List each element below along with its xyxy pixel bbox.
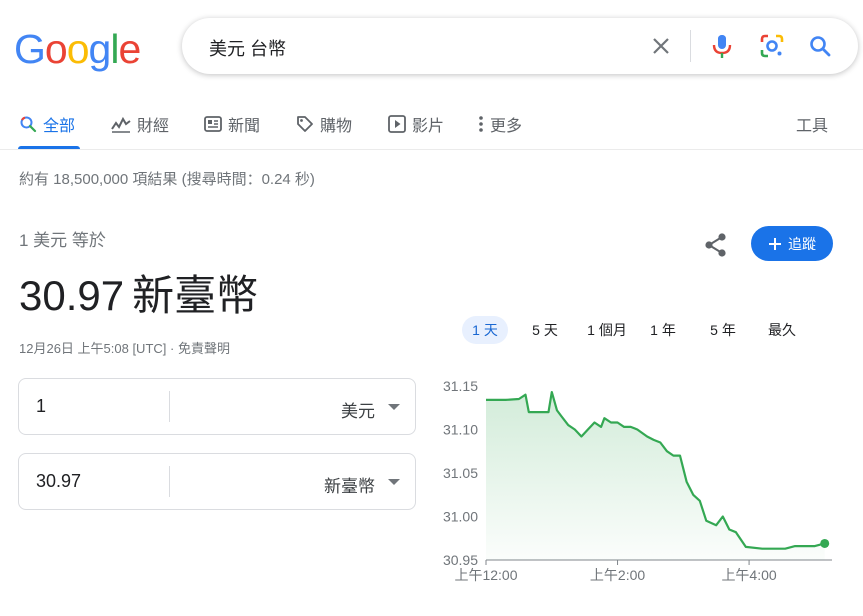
range-5-year[interactable]: 5 年 — [702, 316, 744, 344]
active-tab-indicator — [18, 146, 80, 149]
y-tick-label: 30.95 — [443, 552, 478, 568]
tab-all[interactable]: 全部 — [19, 112, 75, 136]
box-separator — [169, 391, 170, 422]
logo-letter: g — [88, 26, 112, 72]
y-tick-label: 31.10 — [443, 422, 478, 438]
lens-camera-icon[interactable] — [758, 32, 786, 60]
search-icon — [20, 116, 37, 133]
tab-more[interactable]: 更多 — [478, 112, 522, 136]
plus-icon — [769, 237, 781, 250]
play-icon — [388, 115, 406, 133]
to-currency-box: 30.97 新臺幣 — [18, 453, 416, 510]
y-tick-label: 31.05 — [443, 465, 478, 481]
tab-news[interactable]: 新聞 — [204, 112, 260, 136]
search-icon[interactable] — [806, 32, 834, 60]
google-logo[interactable]: Google — [14, 26, 141, 73]
tab-label: 財經 — [137, 118, 170, 135]
from-currency-select[interactable]: 美元 — [341, 397, 375, 422]
search-box[interactable]: 美元 台幣 — [182, 18, 858, 74]
x-tick-label: 上午2:00 — [590, 567, 645, 583]
y-tick-label: 31.15 — [443, 378, 478, 394]
logo-letter: e — [118, 26, 141, 72]
conversion-value: 30.97 — [19, 272, 125, 319]
from-currency-box: 1 美元 — [18, 378, 416, 435]
conversion-label: 1 美元 等於 — [19, 231, 106, 250]
exchange-rate-chart[interactable]: 31.15 31.10 31.05 31.00 30.95 上午12:00 上午2:00 上… — [428, 370, 858, 602]
y-tick-label: 31.00 — [443, 509, 478, 525]
from-amount-input[interactable]: 1 — [36, 396, 46, 417]
x-tick-label: 上午12:00 — [454, 567, 517, 583]
to-amount-input[interactable]: 30.97 — [36, 471, 81, 492]
logo-letter: o — [66, 26, 90, 72]
logo-letter: l — [110, 26, 119, 72]
follow-label: 追蹤 — [788, 235, 816, 252]
chart-endpoint — [820, 538, 830, 548]
tab-finance[interactable]: 財經 — [111, 112, 169, 136]
range-1-day[interactable]: 1 天 — [462, 316, 508, 344]
more-vert-icon — [479, 116, 483, 132]
tab-label: 更多 — [490, 118, 523, 135]
to-currency-select[interactable]: 新臺幣 — [324, 472, 375, 497]
conversion-result: 30.97 新臺幣 — [19, 262, 258, 323]
tab-label: 購物 — [320, 118, 353, 135]
dropdown-caret-icon[interactable] — [388, 479, 400, 485]
search-input[interactable]: 美元 台幣 — [209, 35, 286, 61]
range-max[interactable]: 最久 — [760, 316, 804, 344]
dropdown-caret-icon[interactable] — [388, 404, 400, 410]
conversion-unit: 新臺幣 — [132, 272, 259, 319]
microphone-icon[interactable] — [708, 32, 736, 60]
tab-label: 全部 — [43, 118, 76, 135]
tab-label: 新聞 — [228, 118, 261, 135]
conversion-date[interactable]: 12月26日 上午5:08 [UTC] · 免責聲明 — [19, 338, 230, 357]
chart-area — [486, 392, 825, 560]
range-1-year[interactable]: 1 年 — [642, 316, 684, 344]
x-tick-label: 上午4:00 — [721, 567, 776, 583]
search-tabs: 全部 財經 新聞 購物 影片 更多 工具 — [0, 100, 863, 150]
tools-button[interactable]: 工具 — [796, 112, 828, 136]
tag-icon — [297, 116, 313, 132]
logo-letter: o — [44, 26, 68, 72]
box-separator — [169, 466, 170, 497]
range-1-month[interactable]: 1 個月 — [578, 316, 636, 344]
finance-chart-icon — [111, 116, 131, 133]
tools-label: 工具 — [796, 118, 829, 135]
clear-icon[interactable] — [647, 32, 675, 60]
share-icon[interactable] — [702, 231, 730, 259]
range-5-day[interactable]: 5 天 — [522, 316, 568, 344]
logo-letter: G — [14, 26, 46, 72]
tab-label: 影片 — [412, 118, 445, 135]
news-icon — [204, 116, 222, 132]
search-separator — [690, 30, 691, 62]
follow-button[interactable]: 追蹤 — [751, 226, 833, 261]
result-stats: 約有 18,500,000 項結果 (搜尋時間：0.24 秒) — [19, 171, 315, 188]
tab-shopping[interactable]: 購物 — [296, 112, 352, 136]
tab-videos[interactable]: 影片 — [388, 112, 444, 136]
